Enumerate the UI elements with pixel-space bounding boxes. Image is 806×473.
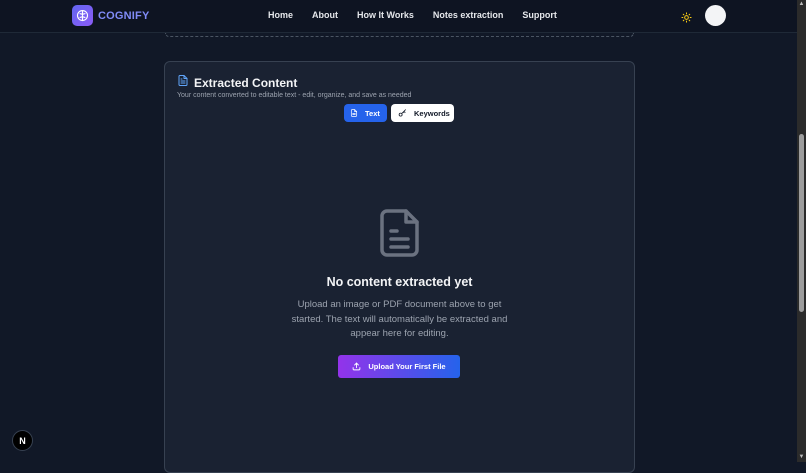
- brain-logo-icon: [72, 5, 93, 26]
- scrollbar-thumb[interactable]: [799, 134, 804, 312]
- card-title: Extracted Content: [194, 76, 298, 90]
- avatar[interactable]: [705, 5, 726, 26]
- brand-link[interactable]: COGNIFY: [72, 5, 150, 26]
- card-header: Extracted Content: [177, 74, 297, 92]
- nextjs-dev-badge[interactable]: N: [12, 430, 33, 451]
- file-text-icon: [379, 208, 420, 263]
- nav-notes-extraction[interactable]: Notes extraction: [433, 10, 504, 20]
- upload-dropzone-edge: [165, 33, 634, 37]
- content-tabs: Text Keywords: [344, 104, 454, 122]
- nav-support[interactable]: Support: [522, 10, 557, 20]
- scroll-up-arrow-icon[interactable]: ▲: [797, 0, 806, 9]
- brand-name: COGNIFY: [98, 9, 150, 22]
- card-subtitle: Your content converted to editable text …: [177, 92, 412, 99]
- tab-text[interactable]: Text: [344, 104, 387, 122]
- tab-keywords[interactable]: Keywords: [391, 104, 454, 122]
- empty-state-description: Upload an image or PDF document above to…: [291, 299, 508, 339]
- scroll-down-arrow-icon[interactable]: ▼: [797, 453, 806, 462]
- empty-state-title: No content extracted yet: [326, 275, 473, 289]
- badge-letter: N: [19, 435, 26, 446]
- extracted-content-card: Extracted Content Your content converted…: [164, 61, 635, 473]
- tab-keywords-label: Keywords: [414, 108, 450, 118]
- nav-about[interactable]: About: [312, 10, 338, 20]
- tab-text-label: Text: [365, 108, 380, 118]
- key-icon: [398, 108, 407, 118]
- navbar: COGNIFY Home About How It Works Notes ex…: [0, 0, 797, 33]
- scrollbar[interactable]: ▲ ▼: [797, 0, 806, 462]
- upload-button-label: Upload Your First File: [368, 362, 446, 371]
- main-nav: Home About How It Works Notes extraction…: [268, 10, 576, 20]
- nav-home[interactable]: Home: [268, 10, 293, 20]
- document-icon: [177, 74, 189, 92]
- upload-icon: [352, 362, 361, 371]
- nav-how-it-works[interactable]: How It Works: [357, 10, 414, 20]
- upload-first-file-button[interactable]: Upload Your First File: [338, 355, 460, 378]
- sun-icon[interactable]: [681, 10, 692, 23]
- document-icon: [350, 109, 358, 117]
